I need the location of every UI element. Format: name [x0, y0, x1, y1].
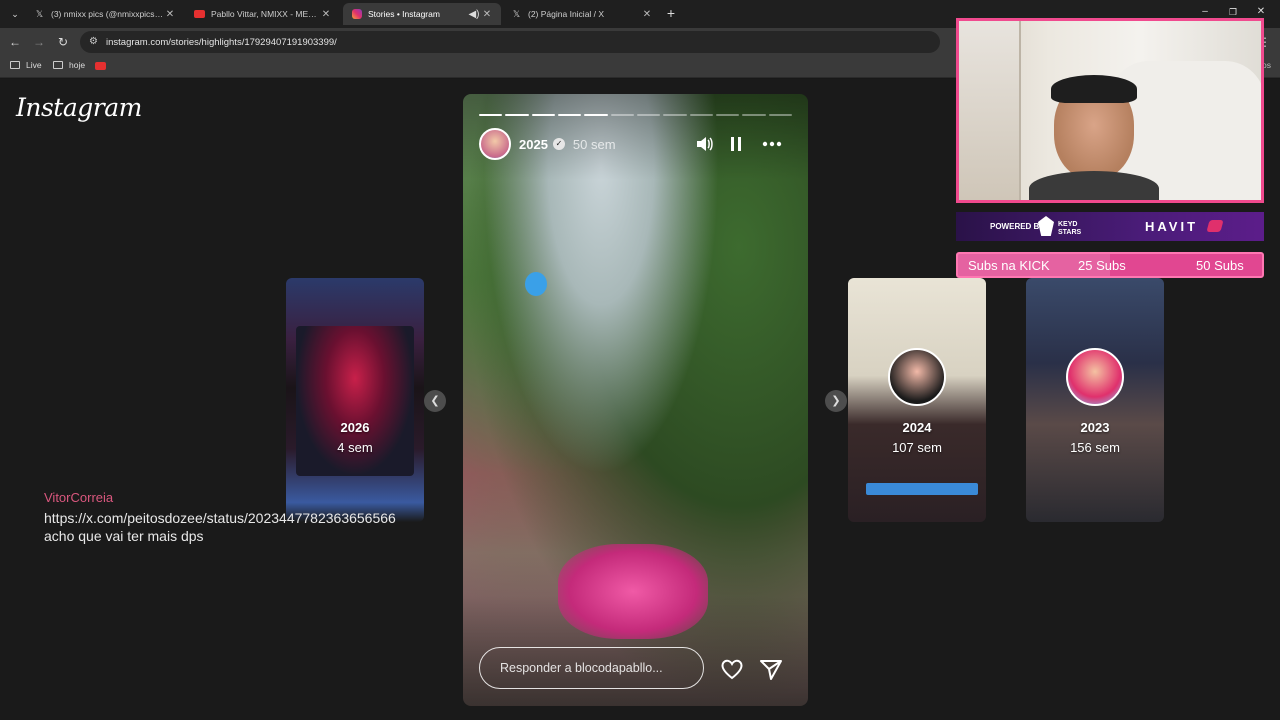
close-icon[interactable]: ✕ — [481, 9, 493, 20]
keyd-logo-icon — [1038, 216, 1054, 236]
tab-pagina-inicial[interactable]: 𝕏 (2) Página Inicial / X ✕ — [503, 3, 661, 25]
side-story-2024[interactable]: 2024 107 sem — [848, 278, 986, 522]
site-info-icon[interactable]: ⚙ — [89, 36, 98, 47]
bloco-balloon-image — [558, 544, 708, 639]
reload-icon[interactable]: ↻ — [56, 35, 70, 49]
reply-input[interactable]: Responder a blocodapabllo... — [479, 647, 704, 689]
pause-icon[interactable] — [725, 134, 747, 156]
instagram-icon — [351, 9, 362, 20]
more-options-icon[interactable] — [761, 134, 783, 156]
tab-search-icon[interactable]: ⌄ — [8, 7, 22, 21]
close-icon[interactable]: ✕ — [164, 9, 176, 20]
story-progress-segment — [663, 114, 687, 116]
story-username[interactable]: 2025 — [519, 137, 548, 152]
story-progress-segment — [610, 114, 634, 116]
chat-username: VitorCorreia — [44, 490, 114, 505]
bookshelf-image — [959, 21, 1021, 200]
minimize-button[interactable]: – — [1198, 5, 1212, 19]
url-field[interactable]: ⚙ instagram.com/stories/highlights/17929… — [80, 31, 940, 53]
avatar[interactable] — [479, 128, 511, 160]
story-header: 2025 ✓ 50 sem — [479, 128, 616, 160]
folder-icon — [10, 61, 20, 69]
shirt-image — [1029, 171, 1159, 200]
story-progress-segment — [689, 114, 713, 116]
mute-icon[interactable] — [693, 134, 715, 156]
chat-message-link: https://x.com/peitosdozee/status/2023447… — [44, 510, 396, 526]
balloon-image — [525, 272, 547, 296]
side-story-2023[interactable]: 2023 156 sem — [1026, 278, 1164, 522]
share-send-icon[interactable] — [758, 656, 784, 682]
speaker-icon[interactable]: ◀) — [467, 9, 481, 20]
main-story[interactable]: 2025 ✓ 50 sem Responder a blocodapabllo.… — [463, 94, 808, 706]
story-banner — [866, 483, 978, 495]
story-progress-segment — [716, 114, 740, 116]
tab-nmixx-pics[interactable]: 𝕏 (3) nmixx pics (@nmixxpics_) / X ✕ — [26, 3, 184, 25]
instagram-logo[interactable]: Instagram — [16, 93, 142, 122]
youtube-icon — [95, 62, 106, 70]
story-time: 50 sem — [572, 136, 616, 152]
story-progress-segment — [768, 114, 792, 116]
havit-logo-icon — [1206, 220, 1224, 232]
sponsor-banner: POWERED BY KEYD STARS HAVIT — [956, 212, 1264, 241]
story-progress-segment — [584, 114, 608, 116]
story-progress-segment — [637, 114, 661, 116]
x-logo-icon: 𝕏 — [512, 8, 521, 19]
previous-story-button[interactable]: ❮ — [424, 390, 446, 412]
bookmark-hoje[interactable]: hoje — [53, 60, 85, 70]
subs-goal-bar: Subs na KICK 25 Subs 50 Subs — [956, 252, 1264, 278]
close-icon[interactable]: ✕ — [641, 9, 653, 20]
story-progress-segment — [531, 114, 555, 116]
like-heart-icon[interactable] — [719, 656, 745, 682]
forward-arrow-icon[interactable]: → — [32, 35, 46, 49]
new-tab-button[interactable]: + — [664, 6, 678, 20]
side-story-2026[interactable]: 2026 4 sem — [286, 278, 424, 522]
avatar — [1066, 348, 1124, 406]
next-story-button[interactable]: ❯ — [825, 390, 847, 412]
x-logo-icon: 𝕏 — [35, 8, 44, 19]
tab-stories-instagram[interactable]: Stories • Instagram ◀) ✕ — [343, 3, 501, 25]
restore-button[interactable]: ❐ — [1226, 5, 1240, 19]
verified-badge-icon: ✓ — [552, 138, 565, 150]
youtube-icon — [194, 9, 205, 20]
tab-pabllo-vittar[interactable]: Pabllo Vittar, NMIXX - MEXE (O ✕ — [186, 3, 340, 25]
back-arrow-icon[interactable]: ← — [8, 35, 22, 49]
avatar — [888, 348, 946, 406]
story-progress-segment — [505, 114, 529, 116]
story-progress-segment — [558, 114, 582, 116]
webcam-feed — [956, 18, 1264, 203]
window-close-button[interactable]: ✕ — [1254, 5, 1268, 19]
chat-message-text: acho que vai ter mais dps — [44, 528, 204, 544]
cap-image — [1051, 75, 1137, 103]
folder-icon — [53, 61, 63, 69]
story-progress-segment — [742, 114, 766, 116]
bookmark-live[interactable]: Live — [10, 60, 42, 70]
close-icon[interactable]: ✕ — [320, 9, 332, 20]
story-progress-segment — [479, 114, 503, 116]
bookmark-youtube[interactable] — [95, 62, 106, 70]
